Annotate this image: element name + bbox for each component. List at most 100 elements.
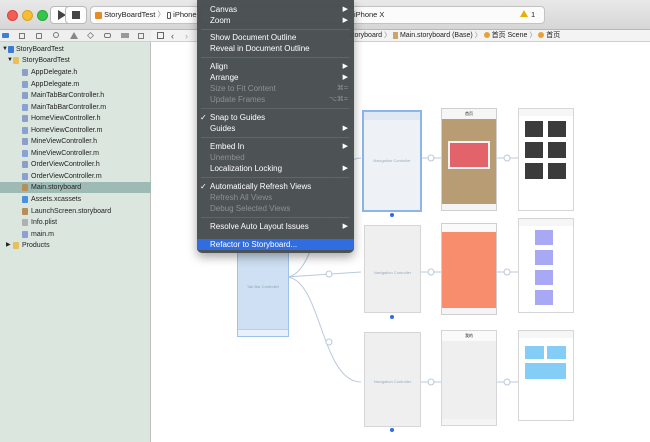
nav-file[interactable]: AppDelegate.m bbox=[0, 79, 151, 90]
menu-item-refresh-all-views[interactable]: Refresh All Views bbox=[197, 192, 354, 203]
menu-item-label: Refactor to Storyboard... bbox=[210, 240, 298, 249]
nav-item-label: HomeViewController.h bbox=[31, 115, 101, 122]
breakpoint-icon[interactable] bbox=[121, 33, 129, 38]
menu-separator bbox=[201, 29, 350, 30]
menu-item-refactor-to-storyboard[interactable]: Refactor to Storyboard... bbox=[197, 239, 354, 250]
stop-icon bbox=[72, 11, 80, 19]
tiles-view-controller-scene[interactable] bbox=[518, 330, 574, 421]
menu-item-localization-locking[interactable]: Localization Locking ▶ bbox=[197, 163, 354, 174]
nav-file-selected[interactable]: Main.storyboard bbox=[0, 182, 151, 193]
menu-separator bbox=[201, 177, 350, 178]
submenu-arrow-icon: ▶ bbox=[342, 63, 348, 70]
folder-icon[interactable] bbox=[2, 33, 9, 38]
menu-item-unembed[interactable]: Unembed bbox=[197, 152, 354, 163]
nav-file[interactable]: MainTabBarController.m bbox=[0, 102, 151, 113]
nav-item-label: MainTabBarController.m bbox=[31, 104, 107, 111]
navigation-controller-scene[interactable]: Navigation Controller bbox=[364, 332, 421, 432]
nav-file[interactable]: MineViewController.h bbox=[0, 136, 151, 147]
warning-triangle-icon[interactable] bbox=[520, 10, 528, 17]
navigation-controller-scene[interactable]: Navigation Controller bbox=[364, 225, 421, 319]
nav-file[interactable]: AppDelegate.h bbox=[0, 67, 151, 78]
stop-button[interactable] bbox=[65, 6, 87, 24]
menu-item-zoom[interactable]: Zoom ▶ bbox=[197, 15, 354, 26]
nav-item-label: LaunchScreen.storyboard bbox=[31, 208, 112, 215]
menu-item-reveal-in-document-outline[interactable]: Reveal in Document Outline bbox=[197, 43, 354, 54]
breadcrumb-item-scene[interactable]: 首页 Scene bbox=[492, 32, 528, 39]
nav-file[interactable]: HomeViewController.m bbox=[0, 125, 151, 136]
grid-view-controller-scene[interactable] bbox=[518, 108, 574, 211]
list-view-controller-scene[interactable] bbox=[518, 218, 574, 313]
test-icon[interactable] bbox=[87, 32, 94, 39]
menu-item-resolve-auto-layout-issues[interactable]: Resolve Auto Layout Issues ▶ bbox=[197, 221, 354, 232]
menu-item-arrange[interactable]: Arrange ▶ bbox=[197, 72, 354, 83]
nav-item-label: StoryBoardTest bbox=[16, 46, 64, 53]
nav-item-label: Main.storyboard bbox=[31, 184, 82, 191]
menu-item-guides[interactable]: Guides ▶ bbox=[197, 123, 354, 134]
breadcrumb-item-main-storyboard[interactable]: Main.storyboard (Base) bbox=[400, 32, 473, 39]
home-view-controller-scene[interactable]: 首页 bbox=[441, 108, 497, 211]
menu-item-size-to-fit-content[interactable]: Size to Fit Content ⌘= bbox=[197, 83, 354, 94]
chevron-right-icon: 〉 bbox=[474, 32, 482, 39]
submenu-arrow-icon: ▶ bbox=[342, 17, 348, 24]
forward-arrow-icon[interactable]: › bbox=[185, 30, 188, 42]
warning-count: 1 bbox=[531, 10, 536, 19]
source-control-icon[interactable] bbox=[19, 33, 25, 39]
nav-group-storyboardtest[interactable]: ▼ StoryBoardTest bbox=[0, 55, 151, 66]
menu-item-label: Reveal in Document Outline bbox=[210, 44, 310, 53]
tile bbox=[547, 346, 566, 359]
menu-separator bbox=[201, 137, 350, 138]
navigation-controller-scene[interactable]: Navigation Controller bbox=[362, 110, 422, 217]
menu-item-align[interactable]: Align ▶ bbox=[197, 61, 354, 72]
menu-item-snap-to-guides[interactable]: ✓ Snap to Guides bbox=[197, 112, 354, 123]
issue-icon[interactable] bbox=[70, 32, 78, 39]
menu-item-update-frames[interactable]: Update Frames ⌥⌘= bbox=[197, 94, 354, 105]
nav-item-label: OrderViewController.h bbox=[31, 161, 100, 168]
menu-item-automatically-refresh-views[interactable]: ✓ Automatically Refresh Views bbox=[197, 181, 354, 192]
tab-bar bbox=[238, 329, 288, 336]
nav-file[interactable]: OrderViewController.m bbox=[0, 171, 151, 182]
nav-file[interactable]: LaunchScreen.storyboard bbox=[0, 206, 151, 217]
nav-file[interactable]: MainTabBarController.h bbox=[0, 90, 151, 101]
scene-label: Navigation Controller bbox=[373, 379, 412, 384]
breadcrumb-item-view-controller[interactable]: 首页 bbox=[546, 32, 560, 39]
debug-icon[interactable] bbox=[104, 33, 111, 38]
close-window-button[interactable] bbox=[7, 10, 18, 21]
symbol-navigator-icon[interactable] bbox=[36, 33, 42, 39]
checkmark-icon: ✓ bbox=[200, 182, 207, 191]
nav-file[interactable]: Info.plist bbox=[0, 217, 151, 228]
grid-icon[interactable] bbox=[157, 32, 164, 39]
order-view-controller-scene[interactable] bbox=[441, 223, 497, 315]
storyboard-file-icon bbox=[392, 31, 398, 39]
list-block bbox=[535, 230, 553, 245]
nav-file[interactable]: HomeViewController.h bbox=[0, 113, 151, 124]
menu-item-label: Canvas bbox=[210, 5, 238, 14]
nav-file[interactable]: main.m bbox=[0, 229, 151, 240]
menu-item-embed-in[interactable]: Embed In ▶ bbox=[197, 141, 354, 152]
nav-group-products[interactable]: ▶ Products bbox=[0, 240, 151, 251]
scheme-selector[interactable]: StoryBoardTest 〉 iPhone X bbox=[90, 6, 200, 24]
tab-bar-controller-scene[interactable]: Tab Bar Controller bbox=[237, 247, 289, 337]
menu-item-canvas[interactable]: Canvas ▶ bbox=[197, 4, 354, 15]
nav-file[interactable]: MineViewController.m bbox=[0, 148, 151, 159]
mine-view-controller-scene[interactable]: 我的 bbox=[441, 330, 497, 426]
grid-cell bbox=[548, 163, 566, 179]
nav-item-label: AppDelegate.m bbox=[31, 81, 80, 88]
tab-bar bbox=[442, 204, 496, 210]
menu-item-show-document-outline[interactable]: Show Document Outline bbox=[197, 32, 354, 43]
menu-item-debug-selected-views[interactable]: Debug Selected Views bbox=[197, 203, 354, 214]
nav-item-label: StoryBoardTest bbox=[22, 57, 70, 64]
scene-label: Tab Bar Controller bbox=[246, 284, 280, 289]
nav-file[interactable]: Assets.xcassets bbox=[0, 194, 151, 205]
disclosure-triangle-icon[interactable]: ▶ bbox=[6, 240, 11, 251]
report-icon[interactable] bbox=[138, 33, 144, 39]
nav-file[interactable]: OrderViewController.h bbox=[0, 159, 151, 170]
scheme-device-label: iPhone X bbox=[173, 10, 199, 19]
nav-project-root[interactable]: ▼ StoryBoardTest bbox=[0, 44, 151, 55]
minimize-window-button[interactable] bbox=[22, 10, 33, 21]
find-icon[interactable] bbox=[53, 32, 59, 38]
zoom-window-button[interactable] bbox=[37, 10, 48, 21]
menu-item-label: Zoom bbox=[210, 16, 231, 25]
menu-item-label: Localization Locking bbox=[210, 164, 283, 173]
scene-label: Navigation Controller bbox=[373, 158, 411, 163]
back-arrow-icon[interactable]: ‹ bbox=[171, 30, 174, 42]
